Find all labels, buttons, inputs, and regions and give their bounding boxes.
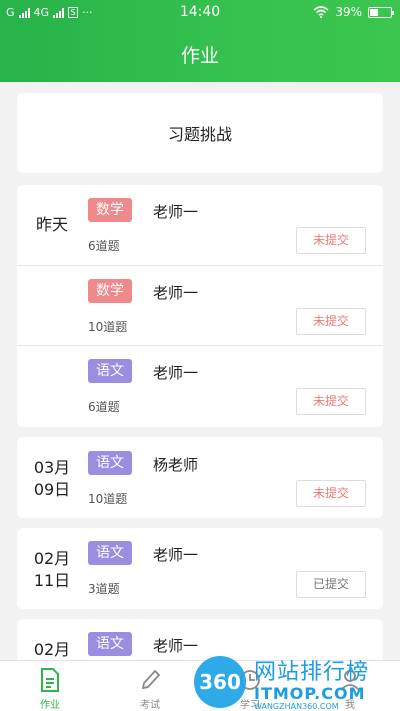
nav-label: 作业 — [40, 700, 60, 711]
watermark: 360 网站排行榜 ITMOP.COM WANGZHAN360.COM — [188, 648, 400, 711]
battery-percent: 39% — [335, 5, 362, 19]
homework-item[interactable]: 数学 老师一 10道题 未提交 — [17, 266, 383, 346]
submit-status-button[interactable]: 已提交 — [296, 571, 366, 598]
homework-item[interactable]: 数学 老师一 6道题 未提交 — [17, 185, 383, 266]
homework-item[interactable]: 语文 老师一 6道题 未提交 — [17, 346, 383, 427]
question-count: 10道题 — [88, 320, 128, 334]
battery-icon — [368, 6, 394, 18]
teacher-name: 老师一 — [153, 203, 199, 221]
teacher-name: 老师一 — [153, 284, 199, 302]
watermark-line1: 网站排行榜 — [254, 660, 370, 685]
submit-status-button[interactable]: 未提交 — [296, 480, 366, 507]
submit-status-button[interactable]: 未提交 — [296, 227, 366, 254]
question-count: 3道题 — [88, 582, 120, 596]
teacher-name: 杨老师 — [153, 456, 199, 474]
nav-tab-homework[interactable]: 作业 — [0, 661, 100, 711]
homework-group: 03月 09日 语文 杨老师 10道题 未提交 — [17, 437, 383, 518]
subject-badge: 语文 — [88, 359, 132, 383]
teacher-name: 老师一 — [153, 364, 199, 382]
homework-item[interactable]: 语文 杨老师 10道题 未提交 — [17, 437, 383, 518]
question-count: 10道题 — [88, 492, 128, 506]
nav-label: 考试 — [140, 700, 160, 711]
submit-status-button[interactable]: 未提交 — [296, 308, 366, 335]
status-bar: G 4G S ··· 14:40 39% — [0, 0, 400, 28]
teacher-name: 老师一 — [153, 546, 199, 564]
challenge-card[interactable]: 习题挑战 — [17, 93, 383, 173]
app-header: G 4G S ··· 14:40 39% 作业 — [0, 0, 400, 82]
subject-badge: 数学 — [88, 198, 132, 222]
homework-group: 02月 11日 语文 老师一 3道题 已提交 — [17, 528, 383, 609]
subject-badge: 语文 — [88, 541, 132, 565]
page-title: 作业 — [180, 45, 219, 67]
subject-badge: 数学 — [88, 279, 132, 303]
document-icon — [41, 668, 59, 692]
subject-badge: 语文 — [88, 632, 132, 656]
watermark-line2: ITMOP.COM — [254, 684, 366, 703]
question-count: 6道题 — [88, 239, 120, 253]
question-count: 6道题 — [88, 400, 120, 414]
nav-tab-exam[interactable]: 考试 — [100, 661, 200, 711]
homework-item[interactable]: 语文 老师一 3道题 已提交 — [17, 528, 383, 609]
submit-status-button[interactable]: 未提交 — [296, 388, 366, 415]
challenge-label: 习题挑战 — [167, 125, 232, 144]
watermark-logo: 360 — [194, 656, 246, 708]
homework-group-yesterday: 昨天 数学 老师一 6道题 未提交 数学 老师一 10道题 未提交 语文 老师一… — [17, 185, 383, 427]
subject-badge: 语文 — [88, 451, 132, 475]
watermark-line3: WANGZHAN360.COM — [254, 702, 339, 711]
wifi-icon — [313, 6, 329, 18]
pencil-icon — [141, 669, 161, 690]
